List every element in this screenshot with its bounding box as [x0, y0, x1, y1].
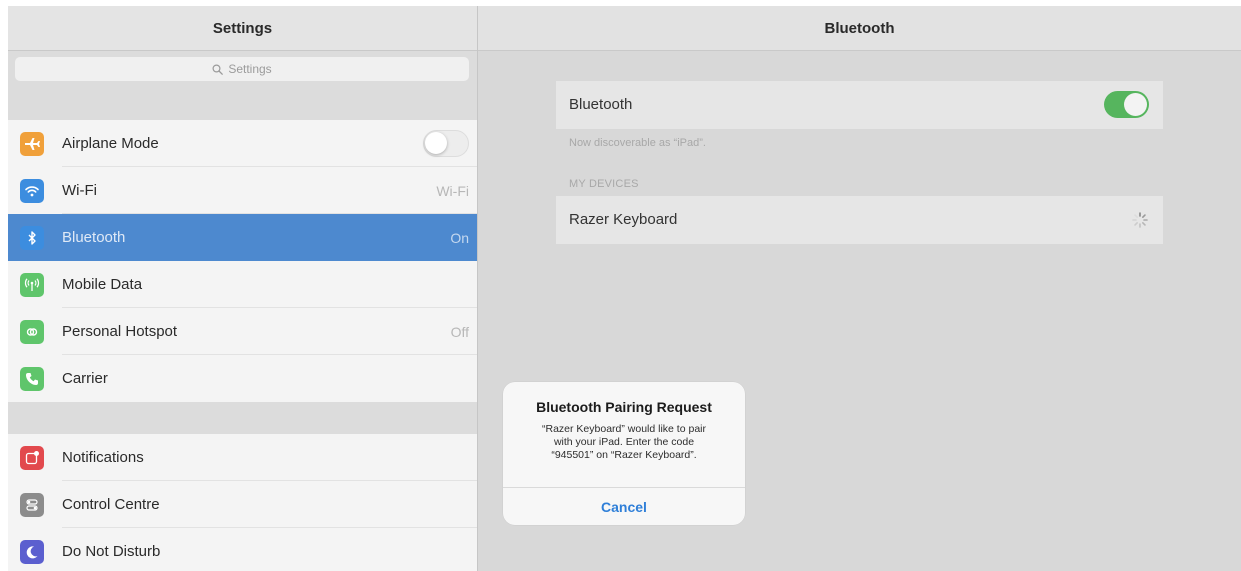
wifi-value: Wi-Fi	[436, 182, 469, 199]
spinner-icon	[1131, 211, 1149, 234]
bluetooth-nav-bar: Bluetooth	[478, 6, 1241, 51]
bluetooth-toggle[interactable]	[1104, 91, 1149, 118]
wifi-icon	[20, 179, 44, 203]
control-centre-icon	[20, 493, 44, 517]
device-row-razer-keyboard[interactable]: Razer Keyboard	[556, 196, 1163, 244]
moon-icon	[20, 540, 44, 564]
phone-icon	[20, 367, 44, 391]
notifications-label: Notifications	[62, 449, 144, 466]
settings-row-control-centre[interactable]: Control Centre	[8, 481, 477, 528]
search-icon	[212, 63, 224, 75]
alert-title: Bluetooth Pairing Request	[536, 399, 712, 415]
antenna-icon	[20, 273, 44, 297]
pairing-request-alert: Bluetooth Pairing Request “Razer Keyboar…	[503, 382, 745, 525]
bluetooth-label: Bluetooth	[62, 229, 126, 246]
wifi-label: Wi-Fi	[62, 182, 97, 199]
bluetooth-toggle-label: Bluetooth	[569, 96, 633, 113]
do-not-disturb-label: Do Not Disturb	[62, 543, 161, 560]
alert-message-line: “Razer Keyboard” would like to pair	[542, 423, 706, 435]
settings-row-do-not-disturb[interactable]: Do Not Disturb	[8, 528, 477, 571]
settings-row-wifi[interactable]: Wi-Fi Wi-Fi	[8, 167, 477, 214]
settings-master-pane: Settings Settings Airplane Mode Wi-Fi Wi…	[8, 6, 478, 571]
search-placeholder: Settings	[228, 62, 272, 76]
search-input[interactable]: Settings	[15, 57, 469, 81]
settings-group-connectivity: Airplane Mode Wi-Fi Wi-Fi Bluetooth On M…	[8, 120, 477, 402]
discoverable-note: Now discoverable as “iPad”.	[569, 137, 706, 149]
mobile-data-label: Mobile Data	[62, 276, 143, 293]
bluetooth-icon	[20, 226, 44, 250]
cancel-button[interactable]: Cancel	[503, 488, 745, 525]
settings-row-carrier[interactable]: Carrier	[8, 355, 477, 402]
bluetooth-page-title: Bluetooth	[824, 20, 895, 37]
bluetooth-toggle-row: Bluetooth	[556, 81, 1163, 129]
alert-message-line: “945501” on “Razer Keyboard”.	[551, 449, 697, 461]
settings-row-bluetooth[interactable]: Bluetooth On	[8, 214, 477, 261]
airplane-icon	[20, 132, 44, 156]
toggle-knob	[425, 132, 447, 154]
settings-group-system: Notifications Control Centre Do Not Dist…	[8, 434, 477, 571]
settings-title: Settings	[212, 20, 273, 37]
ipad-screen: Settings Settings Airplane Mode Wi-Fi Wi…	[8, 6, 1241, 571]
settings-row-personal-hotspot[interactable]: Personal Hotspot Off	[8, 308, 477, 355]
my-devices-header: MY DEVICES	[569, 178, 639, 190]
personal-hotspot-value: Off	[450, 323, 469, 340]
notifications-icon	[20, 446, 44, 470]
toggle-knob	[1124, 93, 1147, 116]
carrier-label: Carrier	[62, 370, 108, 387]
airplane-mode-label: Airplane Mode	[62, 135, 159, 152]
settings-nav-bar: Settings	[8, 6, 477, 51]
bluetooth-value: On	[450, 229, 469, 246]
airplane-mode-toggle[interactable]	[423, 130, 469, 157]
device-name: Razer Keyboard	[569, 211, 678, 228]
control-centre-label: Control Centre	[62, 496, 160, 513]
alert-message-line: with your iPad. Enter the code	[553, 436, 695, 448]
settings-row-notifications[interactable]: Notifications	[8, 434, 477, 481]
hotspot-icon	[20, 320, 44, 344]
settings-row-airplane-mode[interactable]: Airplane Mode	[8, 120, 477, 167]
personal-hotspot-label: Personal Hotspot	[62, 323, 178, 340]
settings-row-mobile-data[interactable]: Mobile Data	[8, 261, 477, 308]
alert-message: “Razer Keyboard” would like to pair with…	[521, 423, 727, 462]
